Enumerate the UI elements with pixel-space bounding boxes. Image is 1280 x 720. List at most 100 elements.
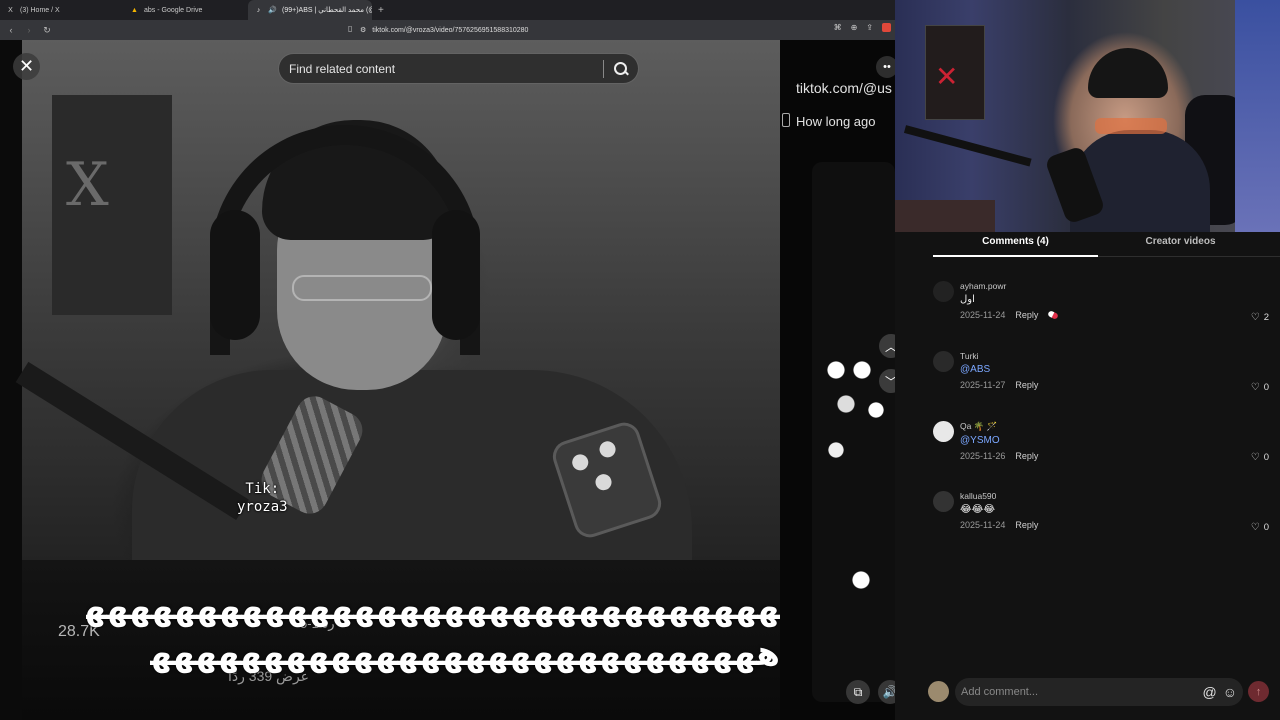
avatar[interactable] xyxy=(933,351,954,372)
comment-item: Qa 🌴 🪄 @YSMO 2025-11-26 Reply ♡ 0 xyxy=(933,412,1269,482)
google-drive-icon: ▲ xyxy=(131,6,138,14)
cam-mic-arm xyxy=(903,125,1032,167)
creator-liked-icon xyxy=(1047,310,1060,320)
preview-url-text: tiktok.com/@us xyxy=(796,80,892,96)
new-tab-button[interactable]: + xyxy=(372,5,390,16)
avatar[interactable] xyxy=(933,281,954,302)
comment-username[interactable]: ayham.powr xyxy=(960,281,1260,291)
comment-placeholder: Add comment... xyxy=(961,686,1039,698)
comment-date: 2025-11-27 xyxy=(960,380,1006,390)
next-video-preview[interactable]: tiktok.com/@us How long ago xyxy=(780,40,895,720)
comment-date: 2025-11-24 xyxy=(960,310,1006,320)
site-info-icon[interactable]: ⚙ xyxy=(360,26,366,34)
more-options-icon[interactable]: •• xyxy=(876,56,895,78)
search-divider xyxy=(603,59,604,78)
reply-button[interactable]: Reply xyxy=(1015,310,1038,320)
reply-button[interactable]: Reply xyxy=(1015,520,1038,530)
webcam-overlay: ✕ xyxy=(895,0,1280,232)
clock-icon xyxy=(782,113,790,127)
url-text: tiktok.com/@vroza3/video/757625695158831… xyxy=(372,26,529,34)
heart-icon: ♡ xyxy=(1250,452,1260,463)
zoom-icon[interactable]: ⊕ xyxy=(851,23,858,32)
video-watermark: Tik: yroza3 xyxy=(237,481,288,516)
comment-item: kallua590 😂😂😂 2025-11-24 Reply ♡ 0 xyxy=(933,482,1269,552)
avatar[interactable] xyxy=(933,491,954,512)
comment-text: اول xyxy=(960,294,975,305)
comment-username[interactable]: kallua590 xyxy=(960,491,1260,501)
video-frame[interactable]: X Tik: yroza3 xyxy=(15,40,780,560)
tab-tiktok[interactable]: ♪ 🔊 (99+)ABS | محمد القحطاني (@ ✕ xyxy=(248,0,372,20)
overlay-caption-2: ههههههههههههههههههههههههههههه xyxy=(150,634,780,674)
tab-label: abs - Google Drive xyxy=(144,6,203,14)
like-count: 0 xyxy=(1263,522,1269,533)
volume-icon[interactable]: 🔊 xyxy=(878,680,895,704)
extension-icon[interactable] xyxy=(882,23,891,32)
avatar[interactable] xyxy=(928,681,949,702)
floating-player-icon[interactable]: ⧉ xyxy=(846,680,870,704)
search-icon[interactable] xyxy=(614,61,628,76)
comment-composer: Add comment... @ ☺ ↑ xyxy=(928,678,1278,706)
cam-light-wall xyxy=(1235,0,1280,232)
comment-mention[interactable]: @ABS xyxy=(960,364,1260,375)
video-viewer: X Tik: yroza3 28.7K رد 1-5 عرض 339 ردًا … xyxy=(0,40,895,720)
heart-icon: ♡ xyxy=(1250,382,1260,393)
tiktok-icon: ♪ xyxy=(256,6,261,14)
poster-logo: X xyxy=(66,150,109,220)
forward-icon[interactable]: › xyxy=(24,25,34,35)
comment-mention[interactable]: @YSMO xyxy=(960,435,1260,446)
url-field[interactable]: ⚙ tiktok.com/@vroza3/video/7576256951588… xyxy=(360,23,820,37)
x-logo-icon: X xyxy=(8,6,13,14)
comment-username[interactable]: Turki xyxy=(960,351,1260,361)
speaker-icon[interactable]: 🔊 xyxy=(268,6,277,15)
translate-icon[interactable]: ⌘ xyxy=(834,23,842,32)
bookmark-icon[interactable]: ▯ xyxy=(348,24,352,33)
comment-input[interactable]: Add comment... @ ☺ xyxy=(955,678,1243,706)
reload-icon[interactable]: ↻ xyxy=(42,25,52,36)
search-placeholder: Find related content xyxy=(289,61,396,76)
like-button[interactable]: ♡ 0 xyxy=(1251,382,1269,393)
glasses xyxy=(292,275,432,301)
toolbar-icons: ⌘ ⊕ ⇪ xyxy=(834,23,891,32)
cam-glasses xyxy=(1095,118,1167,134)
emoji-icon[interactable]: ☺ xyxy=(1223,684,1237,700)
like-count: 0 xyxy=(1263,452,1269,463)
browser-tab-bar: X (3) Home / X ▲ abs - Google Drive ♪ 🔊 … xyxy=(0,0,895,20)
comment-item: Turki @ABS 2025-11-27 Reply ♡ 0 xyxy=(933,342,1269,412)
like-count: 0 xyxy=(1263,382,1269,393)
tab-creator-videos[interactable]: Creator videos xyxy=(1098,232,1263,256)
tab-label: (3) Home / X xyxy=(20,6,60,14)
tab-x-home[interactable]: X (3) Home / X xyxy=(0,0,124,20)
address-bar-row: ‹ › ↻ ▯ ⚙ tiktok.com/@vroza3/video/75762… xyxy=(0,20,895,40)
heart-icon: ♡ xyxy=(1250,522,1260,533)
close-icon[interactable]: ✕ xyxy=(13,53,40,80)
tab-label: (99+)ABS | محمد القحطاني (@ xyxy=(282,7,372,14)
comments-panel: Comments (4) Creator videos ayham.powr ا… xyxy=(895,232,1280,720)
cam-person-hair xyxy=(1088,48,1168,98)
preview-ago-text: How long ago xyxy=(796,114,876,129)
headphone-cup-right xyxy=(432,210,480,340)
comment-date: 2025-11-26 xyxy=(960,451,1006,461)
reply-button[interactable]: Reply xyxy=(1015,380,1038,390)
headphone-cup-left xyxy=(210,210,260,340)
avatar[interactable] xyxy=(933,421,954,442)
send-icon[interactable]: ↑ xyxy=(1248,681,1269,702)
like-count: 2 xyxy=(1263,312,1269,323)
comment-date: 2025-11-24 xyxy=(960,520,1006,530)
cam-poster-logo: ✕ xyxy=(935,61,959,92)
reply-button[interactable]: Reply xyxy=(1015,451,1038,461)
comment-text: 😂😂😂 xyxy=(960,504,996,515)
like-button[interactable]: ♡ 2 xyxy=(1251,312,1269,323)
tab-google-drive[interactable]: ▲ abs - Google Drive xyxy=(124,0,248,20)
like-button[interactable]: ♡ 0 xyxy=(1251,522,1269,533)
tab-comments[interactable]: Comments (4) xyxy=(933,232,1098,257)
back-icon[interactable]: ‹ xyxy=(6,25,16,35)
mention-icon[interactable]: @ xyxy=(1202,684,1216,700)
comment-list: ayham.powr اول 2025-11-24 Reply ♡ 2 Turk… xyxy=(933,272,1269,552)
share-icon[interactable]: ⇪ xyxy=(866,23,873,32)
cam-shelf xyxy=(895,200,995,232)
like-button[interactable]: ♡ 0 xyxy=(1251,452,1269,463)
heart-icon: ♡ xyxy=(1250,312,1260,323)
comment-item: ayham.powr اول 2025-11-24 Reply ♡ 2 xyxy=(933,272,1269,342)
comment-username[interactable]: Qa 🌴 🪄 xyxy=(960,421,1260,432)
search-input[interactable]: Find related content xyxy=(278,53,639,84)
